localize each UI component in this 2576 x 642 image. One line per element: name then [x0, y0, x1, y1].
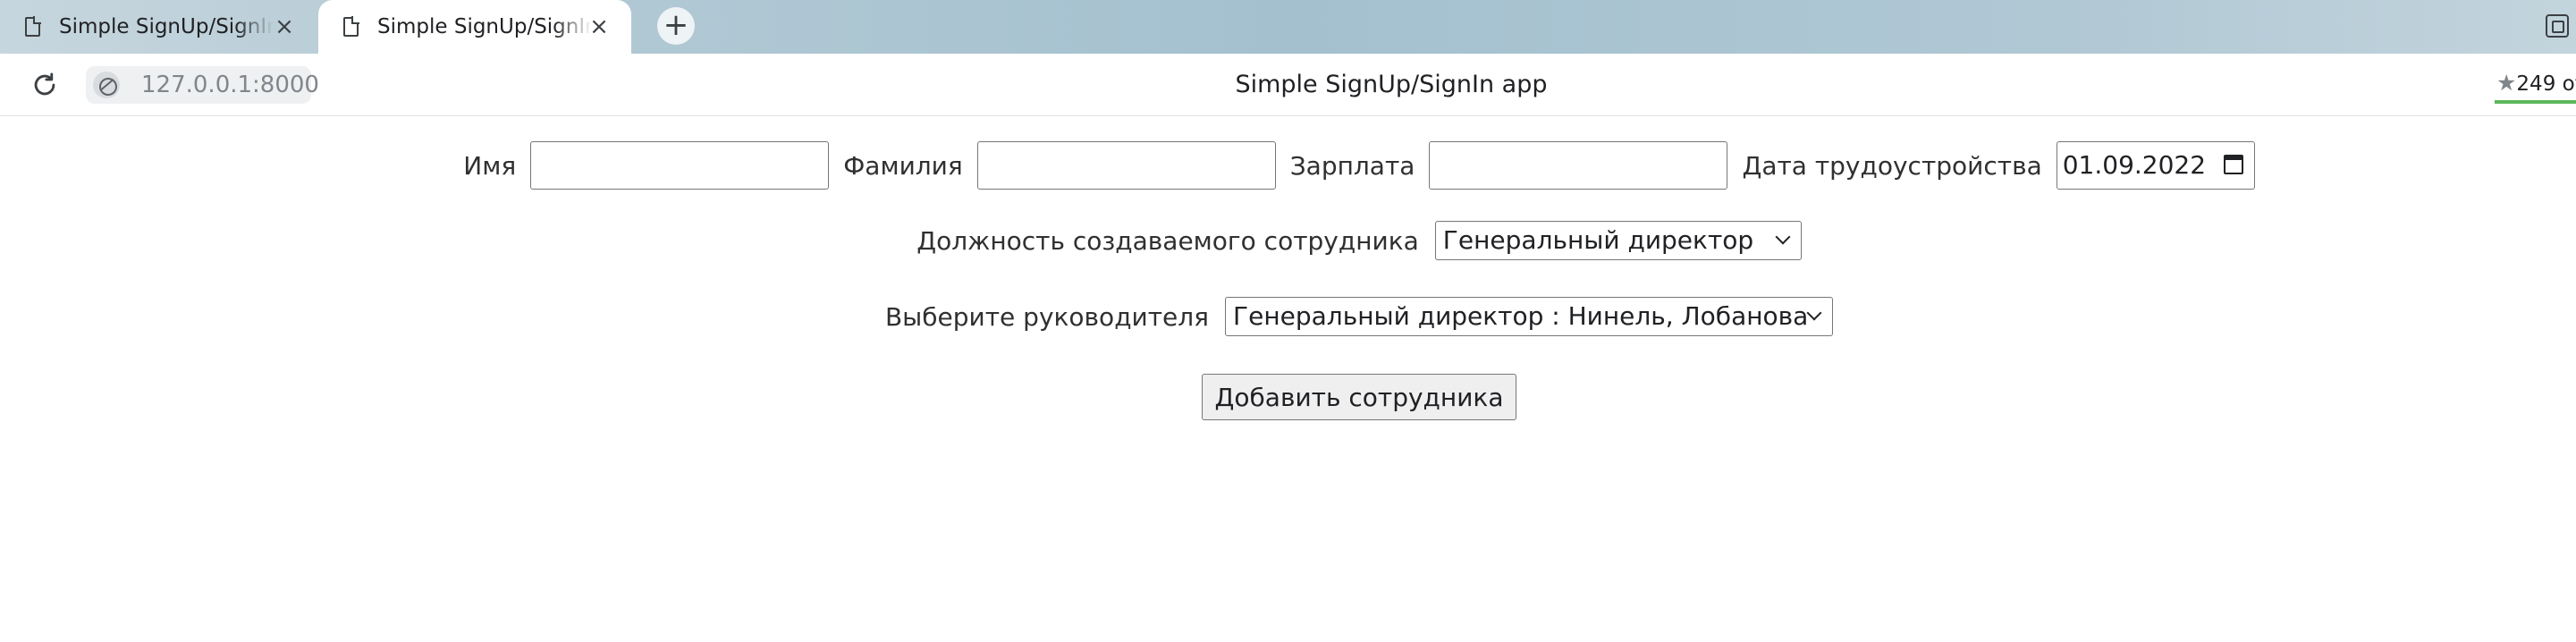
- document-icon: [343, 16, 359, 37]
- salary-field[interactable]: [1429, 141, 1728, 190]
- reload-icon[interactable]: [30, 70, 60, 100]
- hire-date-label: Дата трудоустройства: [1742, 150, 2042, 181]
- hire-date-field[interactable]: 01.09.2022: [2056, 141, 2255, 190]
- add-employee-button[interactable]: Добавить сотрудника: [1201, 374, 1517, 420]
- submit-row: Добавить сотрудника: [0, 373, 2576, 421]
- chevron-down-icon: [1775, 229, 1791, 245]
- tab-inactive[interactable]: Simple SignUp/SignIn app ×: [0, 0, 317, 54]
- tab-title: Simple SignUp/SignIn app: [377, 15, 592, 38]
- document-icon: [25, 16, 41, 37]
- address-bar[interactable]: 127.0.0.1:8000: [86, 66, 319, 104]
- hire-date-value: 01.09.2022: [2062, 150, 2207, 180]
- browser-toolbar: 127.0.0.1:8000 Simple SignUp/SignIn app …: [0, 54, 2576, 116]
- tab-title: Simple SignUp/SignIn app: [59, 15, 274, 38]
- position-select[interactable]: Генеральный директор: [1434, 221, 1802, 260]
- manager-row: Выберите руководителя Генеральный директ…: [0, 296, 2576, 337]
- rating-text: 249 от: [2516, 72, 2576, 96]
- position-selected: Генеральный директор: [1442, 225, 1754, 255]
- close-icon[interactable]: ×: [272, 14, 297, 39]
- new-tab-button[interactable]: +: [657, 7, 695, 45]
- last-name-field[interactable]: [976, 141, 1276, 190]
- position-row: Должность создаваемого сотрудника Генера…: [0, 220, 2576, 261]
- url-text: 127.0.0.1:8000: [141, 72, 319, 98]
- manager-selected: Генеральный директор : Нинель, Лобанова: [1233, 301, 1809, 331]
- site-info-icon[interactable]: [93, 72, 120, 98]
- first-name-label: Имя: [463, 150, 517, 181]
- name-salary-row: Имя Фамилия Зарплата Дата трудоустройств…: [0, 140, 2576, 190]
- tab-active[interactable]: Simple SignUp/SignIn app ×: [318, 0, 631, 54]
- position-label: Должность создаваемого сотрудника: [916, 225, 1419, 256]
- tab-search-icon[interactable]: [2546, 14, 2569, 38]
- rating-badge[interactable]: ★249 от: [2495, 68, 2576, 104]
- manager-label: Выберите руководителя: [884, 301, 1210, 332]
- first-name-field[interactable]: [530, 141, 830, 190]
- salary-label: Зарплата: [1289, 150, 1415, 181]
- chevron-down-icon: [1806, 305, 1822, 321]
- close-icon[interactable]: ×: [587, 14, 612, 39]
- manager-select[interactable]: Генеральный директор : Нинель, Лобанова: [1225, 297, 1834, 336]
- calendar-icon[interactable]: [2223, 155, 2243, 174]
- tab-strip: Simple SignUp/SignIn app × Simple SignUp…: [0, 0, 2576, 54]
- last-name-label: Фамилия: [843, 150, 963, 181]
- star-icon: ★: [2496, 70, 2517, 96]
- page-title: Simple SignUp/SignIn app: [1235, 71, 1548, 98]
